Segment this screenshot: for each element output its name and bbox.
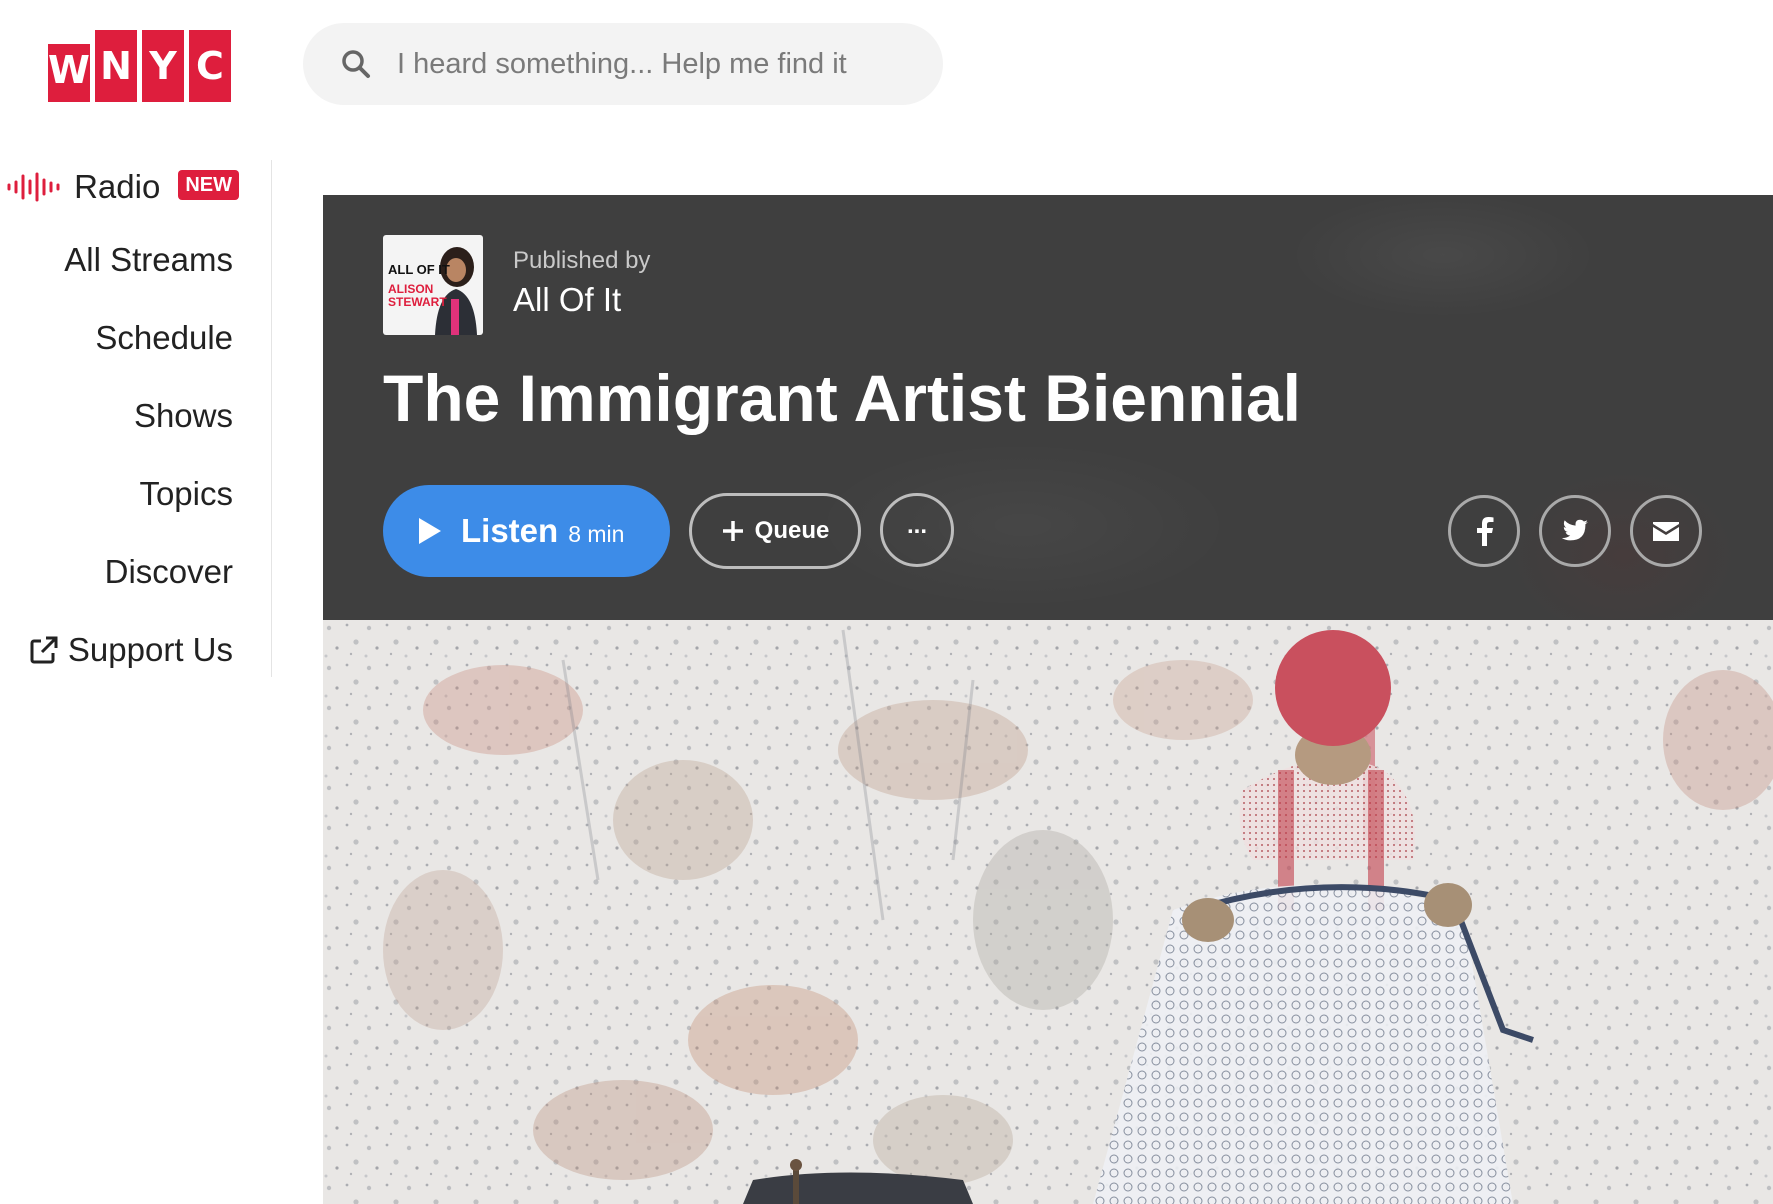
email-icon (1653, 522, 1679, 541)
sidebar-item-label: All Streams (64, 241, 233, 278)
external-link-icon (30, 636, 58, 664)
show-art-host-last: STEWART (388, 295, 447, 309)
audio-wave-icon (7, 172, 60, 202)
sidebar-item-schedule[interactable]: Schedule (95, 319, 233, 357)
listen-label: Listen (461, 512, 559, 549)
sidebar-item-label: Discover (104, 553, 233, 590)
plus-icon (722, 521, 743, 541)
share-facebook-button[interactable] (1448, 495, 1520, 567)
more-options-button[interactable]: ... (880, 493, 954, 567)
sidebar-item-radio[interactable]: Radio NEW (6, 168, 239, 206)
sidebar-item-label: Topics (139, 475, 233, 512)
listen-button[interactable]: Listen 8 min (383, 485, 670, 577)
twitter-icon (1561, 519, 1588, 541)
logo-tile-c: C (189, 30, 231, 102)
share-twitter-button[interactable] (1539, 495, 1611, 567)
sidebar-item-topics[interactable]: Topics (139, 475, 233, 513)
new-badge: NEW (178, 170, 239, 200)
more-label: ... (906, 511, 927, 539)
show-thumbnail[interactable]: ALL OF IT ALISON STEWART (383, 235, 483, 335)
show-art-title: ALL OF IT (388, 262, 450, 277)
search-input[interactable] (395, 46, 915, 82)
sidebar-item-support-us[interactable]: Support Us (28, 631, 233, 669)
wnyc-logo[interactable]: W N Y C (48, 30, 233, 102)
publisher-link[interactable]: All Of It (513, 281, 621, 319)
episode-header: ALL OF IT ALISON STEWART Published by Al… (323, 195, 1773, 620)
logo-tile-w: W (48, 44, 90, 102)
logo-tile-y: Y (142, 30, 184, 102)
show-art-host-first: ALISON (388, 282, 434, 296)
sidebar-item-label: Radio (74, 168, 161, 205)
artwork-image (323, 620, 1773, 1204)
episode-duration: 8 min (568, 520, 625, 547)
sidebar-item-label: Support Us (67, 631, 233, 668)
search-bar[interactable] (303, 23, 943, 105)
sidebar-item-label: Schedule (95, 319, 233, 356)
sidebar-nav: Radio NEW All Streams Schedule Shows Top… (0, 160, 272, 677)
queue-label: Queue (754, 517, 830, 544)
sidebar-item-label: Shows (133, 397, 233, 434)
episode-title: The Immigrant Artist Biennial (383, 361, 1302, 435)
play-icon (419, 518, 441, 544)
logo-tile-n: N (95, 30, 137, 102)
host-photo (435, 247, 477, 335)
sidebar-item-shows[interactable]: Shows (134, 397, 233, 435)
sidebar-item-all-streams[interactable]: All Streams (64, 241, 233, 279)
episode-artwork (323, 620, 1773, 1204)
search-icon (342, 50, 370, 78)
queue-button[interactable]: Queue (689, 493, 861, 569)
facebook-icon (1477, 517, 1494, 546)
share-email-button[interactable] (1630, 495, 1702, 567)
published-by-label: Published by (513, 247, 651, 274)
sidebar-item-discover[interactable]: Discover (105, 553, 233, 591)
